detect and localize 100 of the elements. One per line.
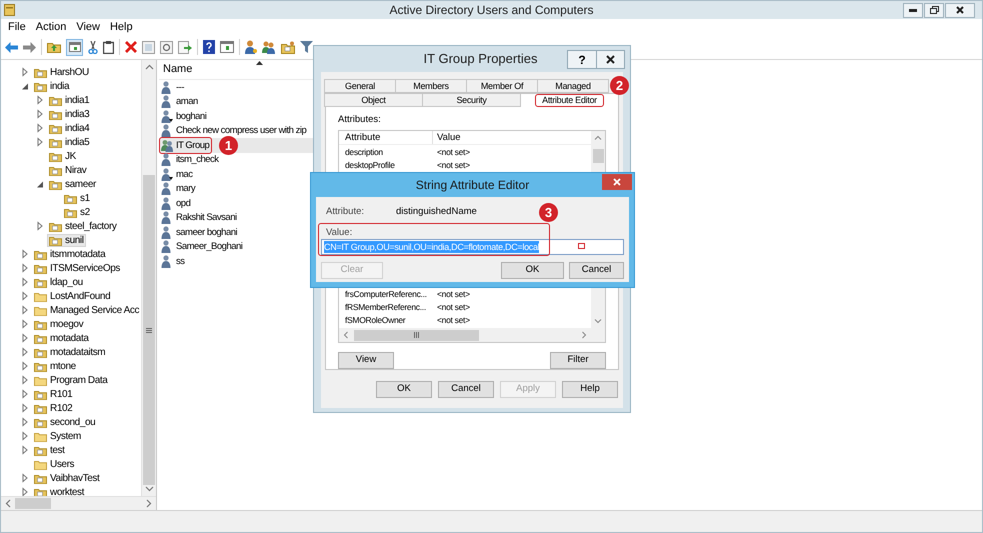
list-item[interactable]: mac [159, 167, 313, 182]
column-header[interactable]: Attribute [339, 131, 433, 144]
expand-arrow-icon[interactable] [21, 361, 29, 371]
tab[interactable]: Attribute Editor [520, 93, 619, 107]
forward-arrow-icon[interactable] [23, 42, 36, 52]
tree-item[interactable]: itsmmotadata [32, 248, 108, 260]
back-arrow-icon[interactable] [5, 42, 18, 52]
vertical-scrollbar[interactable] [141, 60, 156, 496]
tree-item[interactable]: motadata [32, 332, 90, 344]
column-header[interactable]: Value [433, 131, 591, 144]
list-item[interactable]: boghani [159, 109, 313, 124]
scissors-icon[interactable] [88, 40, 98, 54]
list-item[interactable]: itsm_check [159, 152, 313, 167]
list-item[interactable]: --- [159, 80, 313, 94]
tree-item[interactable]: System [32, 430, 83, 442]
menu-item[interactable]: Action [32, 18, 70, 36]
tree-item[interactable]: Users [32, 458, 76, 470]
expand-arrow-icon[interactable] [21, 249, 29, 259]
tree-item[interactable]: india4 [47, 122, 92, 134]
expand-arrow-icon[interactable] [36, 109, 44, 119]
tab[interactable]: General [324, 79, 396, 93]
expand-arrow-icon[interactable] [21, 487, 29, 496]
list-item[interactable]: sameer boghani [159, 225, 313, 240]
tree-item[interactable]: HarshOU [32, 66, 91, 78]
tree-item[interactable]: second_ou [32, 416, 98, 428]
tab[interactable]: Member Of [466, 79, 538, 93]
tree-item[interactable]: india3 [47, 108, 92, 120]
expand-arrow-icon[interactable] [21, 473, 29, 483]
tree-item[interactable]: moegov [32, 318, 86, 330]
close-button[interactable] [945, 2, 975, 18]
tree-item[interactable]: VaibhavTest [32, 472, 102, 484]
horizontal-scrollbar[interactable] [339, 328, 591, 342]
list-item[interactable]: Check new compress user with zip [159, 124, 313, 138]
filter-icon[interactable] [300, 41, 313, 53]
expand-arrow-icon[interactable] [21, 417, 29, 427]
expand-arrow-icon[interactable] [21, 347, 29, 357]
expand-arrow-icon[interactable] [21, 403, 29, 413]
expand-arrow-icon[interactable] [36, 123, 44, 133]
tree-item[interactable]: JK [47, 150, 78, 162]
tree-item[interactable]: s2 [62, 206, 92, 218]
scroll-thumb[interactable] [592, 149, 604, 163]
tree-item[interactable]: sunil [47, 234, 86, 246]
dialog-button[interactable]: Cancel [438, 380, 494, 398]
delete-icon[interactable] [125, 41, 137, 53]
expand-arrow-icon[interactable] [21, 291, 29, 301]
refresh-icon[interactable] [160, 40, 173, 54]
tree-item[interactable]: india5 [47, 136, 92, 148]
list-item[interactable]: aman [159, 94, 313, 109]
tree-item[interactable]: sameer [47, 178, 98, 190]
tree-item[interactable]: ldap_ou [32, 276, 85, 288]
tree-item[interactable]: R101 [32, 388, 74, 400]
restore-button[interactable] [924, 2, 944, 18]
expand-arrow-icon[interactable] [21, 67, 29, 77]
tree-item[interactable]: ITSMServiceOps [32, 262, 122, 274]
user-icon[interactable] [245, 40, 257, 54]
help-icon[interactable] [203, 40, 215, 54]
users-icon[interactable] [262, 40, 276, 54]
tree-item[interactable]: steel_factory [47, 220, 118, 232]
expand-arrow-icon[interactable] [21, 277, 29, 287]
list-item[interactable]: IT Group 1 [159, 138, 313, 152]
tree-item[interactable]: india1 [47, 94, 92, 106]
collapse-arrow-icon[interactable] [21, 81, 29, 91]
tree-item[interactable]: india [32, 80, 72, 92]
dialog-button[interactable]: OK [376, 380, 432, 398]
expand-arrow-icon[interactable] [21, 333, 29, 343]
close-button[interactable] [597, 50, 625, 68]
expand-arrow-icon[interactable] [36, 95, 44, 105]
scroll-thumb[interactable] [143, 175, 155, 485]
dialog-button[interactable]: OK [501, 262, 564, 279]
scroll-thumb[interactable] [354, 330, 479, 340]
expand-arrow-icon[interactable] [21, 375, 29, 385]
export-icon[interactable] [178, 40, 192, 54]
pane-icon[interactable] [220, 41, 234, 53]
tree-item[interactable]: motadataitsm [32, 346, 108, 358]
expand-arrow-icon[interactable] [36, 137, 44, 147]
expand-arrow-icon[interactable] [21, 431, 29, 441]
tree-item[interactable]: LostAndFound [32, 290, 112, 302]
list-item[interactable]: Rakshit Savsani [159, 210, 313, 225]
menu-item[interactable]: File [4, 18, 30, 36]
list-item[interactable]: mary [159, 182, 313, 196]
tree-item[interactable]: Program Data [32, 374, 110, 386]
tree-item[interactable]: test [32, 444, 67, 456]
tab[interactable]: Object [324, 93, 423, 107]
expand-arrow-icon[interactable] [21, 319, 29, 329]
view-button[interactable]: View [338, 352, 394, 369]
collapse-arrow-icon[interactable] [36, 179, 44, 189]
minimize-button[interactable] [903, 2, 923, 18]
tree-item[interactable]: R102 [32, 402, 74, 414]
dialog-button[interactable]: Help [562, 380, 618, 398]
menu-item[interactable]: View [72, 18, 104, 36]
tree-item[interactable]: s1 [62, 192, 92, 204]
dialog-button[interactable]: Cancel [569, 262, 624, 279]
console-tree-icon[interactable] [66, 38, 83, 56]
filter-button[interactable]: Filter [550, 352, 606, 369]
folder-icon[interactable] [281, 40, 295, 54]
tree-item[interactable]: Managed Service Acc [32, 304, 141, 316]
menu-item[interactable]: Help [106, 18, 137, 36]
expand-arrow-icon[interactable] [21, 389, 29, 399]
expand-arrow-icon[interactable] [21, 305, 29, 315]
list-item[interactable]: Sameer_Boghani [159, 240, 313, 254]
